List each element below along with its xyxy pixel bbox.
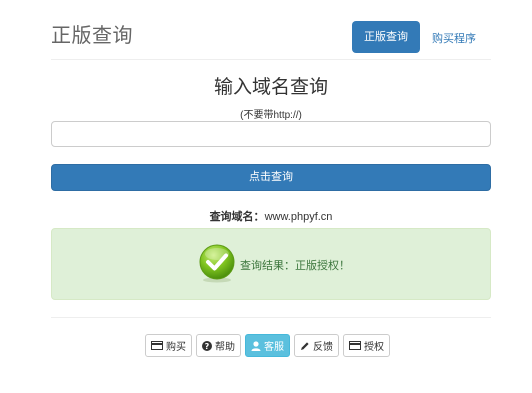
buy-button[interactable]: 购买 xyxy=(145,334,192,357)
check-circle-icon xyxy=(199,244,235,283)
page-title: 输入域名查询 xyxy=(213,77,328,98)
footer-divider xyxy=(51,317,491,318)
result-alert: 查询结果：正版授权！ xyxy=(51,228,491,300)
feedback-button-label: 反馈 xyxy=(313,342,333,353)
svg-text:?: ? xyxy=(205,342,210,351)
nav-link-buy[interactable]: 购买程序 xyxy=(432,30,476,46)
header-divider xyxy=(51,59,491,60)
license-button[interactable]: 授权 xyxy=(343,334,390,357)
queried-domain: 查询域名：www.phpyf.cn xyxy=(51,208,491,224)
pencil-icon xyxy=(301,341,309,350)
help-button[interactable]: ? 帮助 xyxy=(196,334,241,357)
help-icon: ? xyxy=(202,340,212,351)
footer-button-group: 购买 ? 帮助 客服 反馈 授权 xyxy=(145,334,390,357)
nav-tab-verify[interactable]: 正版查询 xyxy=(352,21,420,53)
card-icon xyxy=(349,341,361,350)
queried-domain-label: 查询域名： xyxy=(209,211,265,223)
license-button-label: 授权 xyxy=(364,342,384,353)
feedback-button[interactable]: 反馈 xyxy=(294,334,339,357)
domain-input[interactable] xyxy=(51,121,491,147)
card-icon xyxy=(151,341,163,350)
help-button-label: 帮助 xyxy=(215,342,235,353)
support-button[interactable]: 客服 xyxy=(245,334,290,357)
user-icon xyxy=(251,340,261,351)
support-button-label: 客服 xyxy=(264,342,284,353)
brand-title: 正版查询 xyxy=(51,25,133,47)
buy-button-label: 购买 xyxy=(166,342,186,353)
input-hint: (不要带http://) xyxy=(240,110,302,121)
result-status-text: 查询结果：正版授权！ xyxy=(240,260,350,272)
query-button[interactable]: 点击查询 xyxy=(51,164,491,191)
queried-domain-value: www.phpyf.cn xyxy=(264,211,333,223)
